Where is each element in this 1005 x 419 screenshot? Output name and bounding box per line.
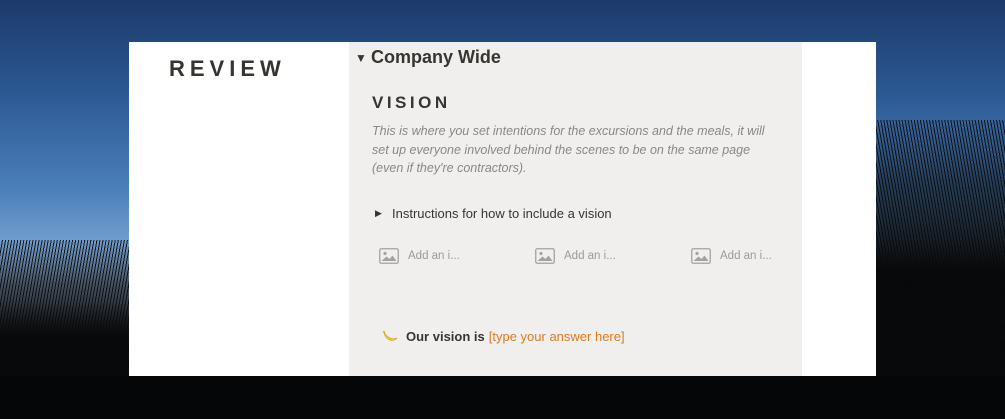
image-placeholder-row: Add an i... Add an i... Add an i... xyxy=(379,248,799,268)
image-icon xyxy=(691,248,711,264)
image-placeholder[interactable]: Add an i... xyxy=(379,248,460,264)
company-wide-column: ▼ Company Wide VISION This is where you … xyxy=(349,42,802,376)
vision-callout[interactable]: Our vision is [type your answer here] xyxy=(381,327,625,345)
crescent-moon-icon xyxy=(382,330,398,341)
image-placeholder[interactable]: Add an i... xyxy=(691,248,772,264)
callout-answer-field[interactable]: [type your answer here] xyxy=(489,329,625,344)
image-placeholder-label: Add an i... xyxy=(564,250,616,262)
image-placeholder[interactable]: Add an i... xyxy=(535,248,616,264)
triangle-right-icon[interactable]: ▶ xyxy=(375,208,392,219)
image-icon xyxy=(379,248,399,264)
image-placeholder-label: Add an i... xyxy=(408,250,460,262)
image-icon xyxy=(535,248,555,264)
vision-description[interactable]: This is where you set intentions for the… xyxy=(372,122,782,178)
instructions-toggle-label: Instructions for how to include a vision xyxy=(392,206,612,221)
company-wide-toggle[interactable]: ▼ Company Wide xyxy=(355,47,501,68)
background-grass-right xyxy=(870,120,1005,419)
background-bottom-band xyxy=(0,376,1005,419)
image-placeholder-label: Add an i... xyxy=(720,250,772,262)
callout-label: Our vision is xyxy=(406,328,485,344)
vision-heading: VISION xyxy=(372,93,451,112)
triangle-down-icon[interactable]: ▼ xyxy=(355,51,371,65)
notion-page: REVIEW ▼ Company Wide VISION This is whe… xyxy=(129,42,876,376)
company-wide-title: Company Wide xyxy=(371,47,501,67)
review-heading: REVIEW xyxy=(169,56,286,81)
instructions-toggle[interactable]: ▶ Instructions for how to include a visi… xyxy=(375,206,612,221)
